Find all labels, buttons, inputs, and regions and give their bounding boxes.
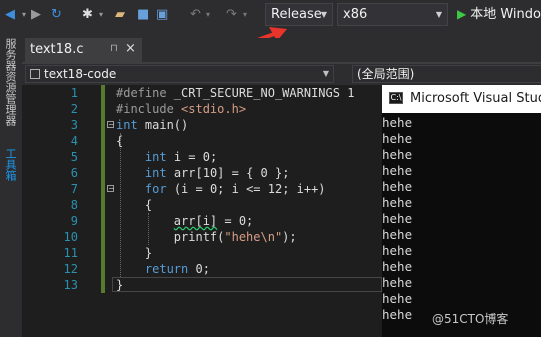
pin-icon[interactable]: ⊓ [110,43,118,54]
console-output-line: hehe [382,131,413,146]
solution-config-value: Release [271,7,322,22]
solution-config-dropdown[interactable]: Release ▼ [265,3,333,26]
console-window[interactable]: C:\ Microsoft Visual Studio hehe hehe he… [382,85,541,337]
server-explorer-tab[interactable]: 服务器资源管理器 [2,38,18,126]
chevron-down-icon: ▼ [322,69,329,78]
new-dropdown-icon[interactable]: ▾ [99,6,103,24]
tab-text18-c[interactable]: text18.c ⊓ × [25,38,142,62]
platform-dropdown[interactable]: x86 ▼ [337,3,448,26]
project-scope-dropdown[interactable]: text18-code ▼ [25,65,334,83]
undo-dropdown-icon[interactable]: ▾ [206,6,210,24]
code-line: { [116,198,153,212]
start-debug-button[interactable]: ▶ 本地 Windo [457,3,541,26]
code-line: { [116,134,124,148]
code-line: arr[i] = 0; [173,214,254,228]
project-icon [30,69,40,79]
side-tool-strip: 服务器资源管理器 工具箱 [0,30,22,337]
code-line: int i = 0; [144,150,218,164]
collapse-icon[interactable]: − [107,185,115,193]
console-output-line: hehe [382,147,413,162]
console-output-line: hehe [382,227,413,242]
code-line: for (i = 0; i <= 12; i++) [144,182,326,196]
toolbox-tab[interactable]: 工具箱 [2,148,18,181]
back-icon[interactable]: ◀ [5,6,15,24]
console-output-line: hehe [382,115,413,130]
line-number: 3 [70,118,78,132]
line-number: 4 [70,134,78,148]
forward-icon[interactable]: ▶ [31,6,41,24]
code-line: } [116,246,153,260]
console-output-line: hehe [382,163,413,178]
console-output-line: hehe [382,179,413,194]
code-line: return 0; [144,262,210,276]
project-scope-value: text18-code [44,67,117,81]
undo-icon[interactable]: ↶ [190,6,201,24]
code-line: } [116,278,124,292]
console-app-icon: C:\ [389,92,403,104]
open-folder-icon[interactable]: ▰ [115,6,125,24]
code-line: int main() [116,118,189,132]
code-line: int arr[10] = { 0 }; [144,166,290,180]
redo-icon[interactable]: ↷ [226,6,237,24]
chevron-down-icon: ▼ [320,10,327,19]
line-number: 12 [63,262,78,276]
play-icon: ▶ [457,7,467,21]
tab-label: text18.c [30,42,84,57]
line-number: 8 [70,198,78,212]
refresh-icon[interactable]: ↻ [51,6,62,24]
code-line: #include <stdio.h> [116,102,247,116]
close-icon[interactable]: × [125,41,136,56]
current-line-highlight [112,277,382,292]
line-number: 2 [70,102,78,116]
line-number: 9 [70,214,78,228]
save-icon[interactable]: ■ [137,6,149,24]
collapse-icon[interactable]: − [107,121,115,129]
console-output-line: hehe [382,211,413,226]
start-debug-label: 本地 Windo [470,7,541,22]
save-all-icon[interactable]: ▣ [156,6,168,24]
redo-dropdown-icon[interactable]: ▾ [243,6,247,24]
change-tracking-bar [101,85,105,293]
console-title: Microsoft Visual Studio [410,91,541,106]
line-number: 13 [63,278,78,292]
code-line: printf("hehe\n"); [116,230,297,244]
line-number: 5 [70,150,78,164]
navigation-bar: text18-code ▼ (全局范围) [22,64,541,84]
console-output-line: hehe [382,195,413,210]
new-project-icon[interactable]: ✱ [82,6,93,24]
console-output-line: hehe [382,275,413,290]
line-number: 10 [63,230,78,244]
document-tab-bar: text18.c ⊓ × [22,38,541,62]
member-scope-dropdown[interactable]: (全局范围) [352,65,541,83]
chevron-down-icon: ▼ [435,10,442,19]
member-scope-value: (全局范围) [357,67,415,81]
line-number: 11 [63,246,78,260]
code-line: #define _CRT_SECURE_NO_WARNINGS 1 [116,86,355,100]
code-editor[interactable]: 1 2 3 4 5 6 7 8 9 10 11 12 13 − − #defin… [22,85,382,337]
line-number: 1 [70,86,78,100]
console-output-line: hehe [382,259,413,274]
console-output-line: hehe [382,307,413,322]
platform-value: x86 [343,7,368,22]
back-dropdown-icon[interactable]: ▾ [22,6,26,24]
watermark: @51CTO博客 [432,312,509,326]
console-output-line: hehe [382,243,413,258]
console-title-bar[interactable]: C:\ Microsoft Visual Studio [382,85,541,113]
line-number: 6 [70,166,78,180]
console-output-line: hehe [382,291,413,306]
line-number: 7 [70,182,78,196]
